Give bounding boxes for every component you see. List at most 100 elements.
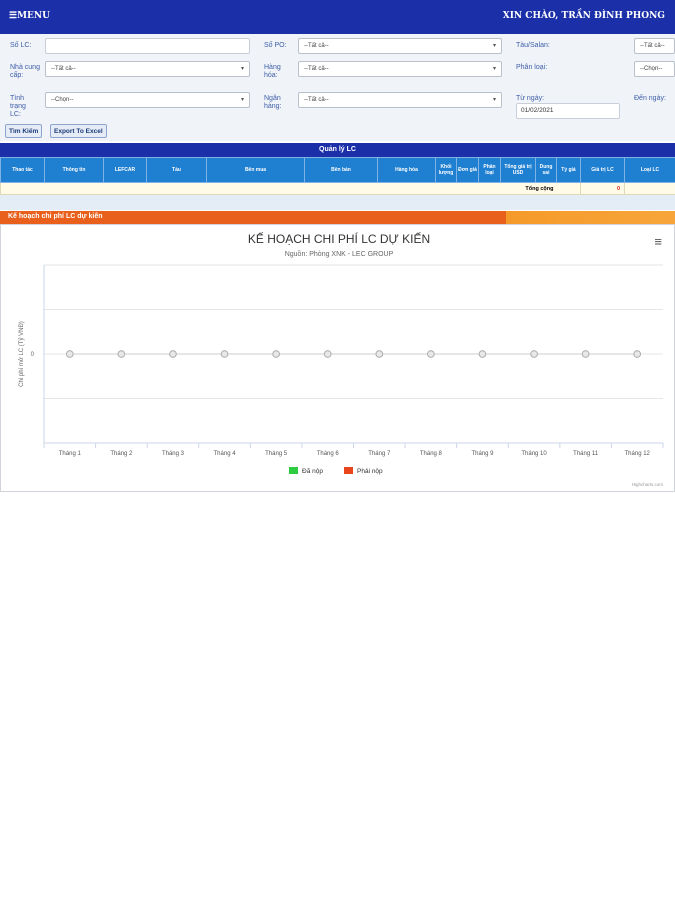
lc-cost-chart: KẾ HOẠCH CHI PHÍ LC DỰ KIẾN Nguồn: Phòng …	[0, 224, 675, 492]
legend-label: Đã nộp	[302, 468, 323, 475]
column-header[interactable]: Bên mua	[206, 157, 305, 183]
hang-hoa-select[interactable]: --Tất cả-- ▾	[298, 61, 502, 77]
column-header[interactable]: Thông tin	[44, 157, 104, 183]
hang-hoa-label: Hàng hóa:	[264, 64, 281, 79]
so-lc-input[interactable]	[45, 38, 250, 54]
lc-table: Thao tác Thông tin LEFCAR Tàu Bên mua Bê…	[0, 157, 675, 195]
table-cell	[624, 182, 675, 195]
column-header[interactable]: Đơn giá	[456, 157, 479, 183]
tau-salan-select[interactable]: --Tất cả--	[634, 38, 675, 54]
so-po-value: --Tất cả--	[304, 43, 329, 49]
column-header[interactable]: Bên bán	[304, 157, 378, 183]
table-footer-space	[0, 195, 675, 210]
data-point	[375, 350, 384, 358]
x-tick-label: Tháng 4	[214, 451, 237, 457]
x-tick-label: Tháng 6	[317, 451, 340, 457]
data-point	[478, 350, 487, 358]
x-tick-label: Tháng 2	[110, 451, 133, 457]
legend-swatch	[289, 467, 298, 474]
chart-menu-icon[interactable]: ≡	[654, 235, 662, 248]
data-point	[581, 350, 590, 358]
search-button[interactable]: Tìm Kiếm	[5, 124, 43, 138]
chevron-down-icon: ▾	[240, 66, 244, 72]
tinh-trang-lc-label: Tình trạng LC:	[10, 95, 26, 118]
chevron-down-icon: ▾	[492, 66, 496, 72]
data-point	[633, 350, 642, 358]
plan-section-bar: Kế hoạch chi phí LC dự kiến	[0, 211, 675, 224]
column-header[interactable]: LEFCAR	[103, 157, 147, 183]
column-header[interactable]: Thao tác	[0, 157, 45, 183]
y-axis-label: Chi phí mở LC (Tỷ VNĐ)	[18, 321, 25, 387]
data-point	[427, 350, 435, 358]
phan-loai-value: --Chọn--	[640, 66, 663, 72]
column-header[interactable]: Loại LC	[624, 157, 675, 183]
nha-cung-cap-value: --Tất cả--	[51, 66, 76, 72]
total-value: 0	[580, 182, 625, 195]
column-header[interactable]: Tỷ giá	[556, 157, 581, 183]
ngan-hang-select[interactable]: --Tất cả-- ▾	[298, 92, 502, 108]
column-header[interactable]: Dung sai	[535, 157, 557, 183]
hang-hoa-value: --Tất cả--	[304, 66, 329, 72]
data-point	[323, 350, 332, 358]
filter-panel: Số LC: Số PO: --Tất cả-- ▾ Tàu/Salan: --…	[0, 34, 675, 141]
column-header[interactable]: Phân loại	[478, 157, 501, 183]
tinh-trang-lc-select[interactable]: --Chọn-- ▾	[45, 92, 250, 108]
x-tick-label: Tháng 8	[420, 451, 443, 457]
tu-ngay-input[interactable]: 01/02/2021	[516, 103, 620, 119]
tau-salan-label: Tàu/Salan:	[516, 42, 550, 49]
user-greeting: XIN CHÀO, TRẦN ĐÌNH PHONG	[502, 11, 665, 21]
nha-cung-cap-select[interactable]: --Tất cả-- ▾	[45, 61, 250, 77]
x-tick-label: Tháng 5	[265, 451, 288, 457]
chart-subtitle: Nguồn: Phòng XNK - LEC GROUP	[285, 249, 394, 258]
top-navbar: ☰MENU XIN CHÀO, TRẦN ĐÌNH PHONG	[0, 0, 675, 34]
table-cell	[556, 182, 581, 195]
x-tick-label: Tháng 3	[162, 451, 185, 457]
lc-table-title: Quản lý LC	[0, 143, 675, 157]
data-point	[530, 350, 538, 358]
so-po-label: Số PO:	[264, 42, 287, 49]
y-tick-label: 0	[31, 352, 35, 358]
data-point	[117, 350, 126, 358]
ngan-hang-value: --Tất cả--	[304, 97, 329, 103]
so-lc-label: Số LC:	[10, 42, 32, 49]
chevron-down-icon: ▾	[240, 97, 244, 103]
menu-button[interactable]: ☰MENU	[9, 11, 50, 21]
data-point	[169, 350, 177, 358]
x-tick-label: Tháng 7	[368, 451, 391, 457]
x-tick-label: Tháng 1	[59, 451, 82, 457]
table-total-row: Tổng cộng 0	[0, 182, 675, 195]
chart-credits: Highcharts.com	[632, 482, 664, 487]
data-point	[220, 350, 229, 358]
so-po-select[interactable]: --Tất cả-- ▾	[298, 38, 502, 54]
export-excel-button[interactable]: Export To Excel	[50, 124, 107, 138]
chevron-down-icon: ▾	[492, 97, 496, 103]
x-tick-label: Tháng 11	[573, 451, 599, 457]
chart-title: KẾ HOẠCH CHI PHÍ LC DỰ KIẾN	[248, 231, 430, 246]
phan-loai-label: Phân loại:	[516, 64, 548, 71]
x-tick-label: Tháng 9	[471, 451, 494, 457]
legend-swatch	[344, 467, 353, 474]
data-point	[272, 350, 280, 358]
tu-ngay-label: Từ ngày:	[516, 95, 545, 102]
x-tick-label: Tháng 12	[625, 451, 651, 457]
legend-label: Phải nộp	[357, 468, 383, 475]
x-tick-label: Tháng 10	[521, 451, 547, 457]
lc-management-section: Quản lý LC Thao tác Thông tin LEFCAR Tàu…	[0, 143, 675, 210]
phan-loai-select[interactable]: --Chọn--	[634, 61, 675, 77]
data-point	[65, 350, 74, 358]
den-ngay-label: Đến ngày:	[634, 95, 666, 102]
column-header[interactable]: Khối lượng	[435, 157, 457, 183]
column-header[interactable]: Tổng giá trị USD	[500, 157, 536, 183]
table-header-row: Thao tác Thông tin LEFCAR Tàu Bên mua Bê…	[0, 157, 675, 183]
column-header[interactable]: Giá trị LC	[580, 157, 625, 183]
plan-section-title: Kế hoạch chi phí LC dự kiến	[8, 213, 103, 220]
tau-salan-value: --Tất cả--	[640, 43, 665, 49]
chevron-down-icon: ▾	[492, 43, 496, 49]
ngan-hang-label: Ngân hàng:	[264, 95, 282, 110]
chart-canvas: KẾ HOẠCH CHI PHÍ LC DỰ KIẾN Nguồn: Phòng …	[18, 231, 664, 487]
nha-cung-cap-label: Nhà cung cấp:	[10, 64, 40, 79]
total-label: Tổng cộng	[0, 182, 557, 195]
tinh-trang-lc-value: --Chọn--	[51, 97, 74, 103]
column-header[interactable]: Tàu	[146, 157, 207, 183]
column-header[interactable]: Hàng hóa	[377, 157, 436, 183]
